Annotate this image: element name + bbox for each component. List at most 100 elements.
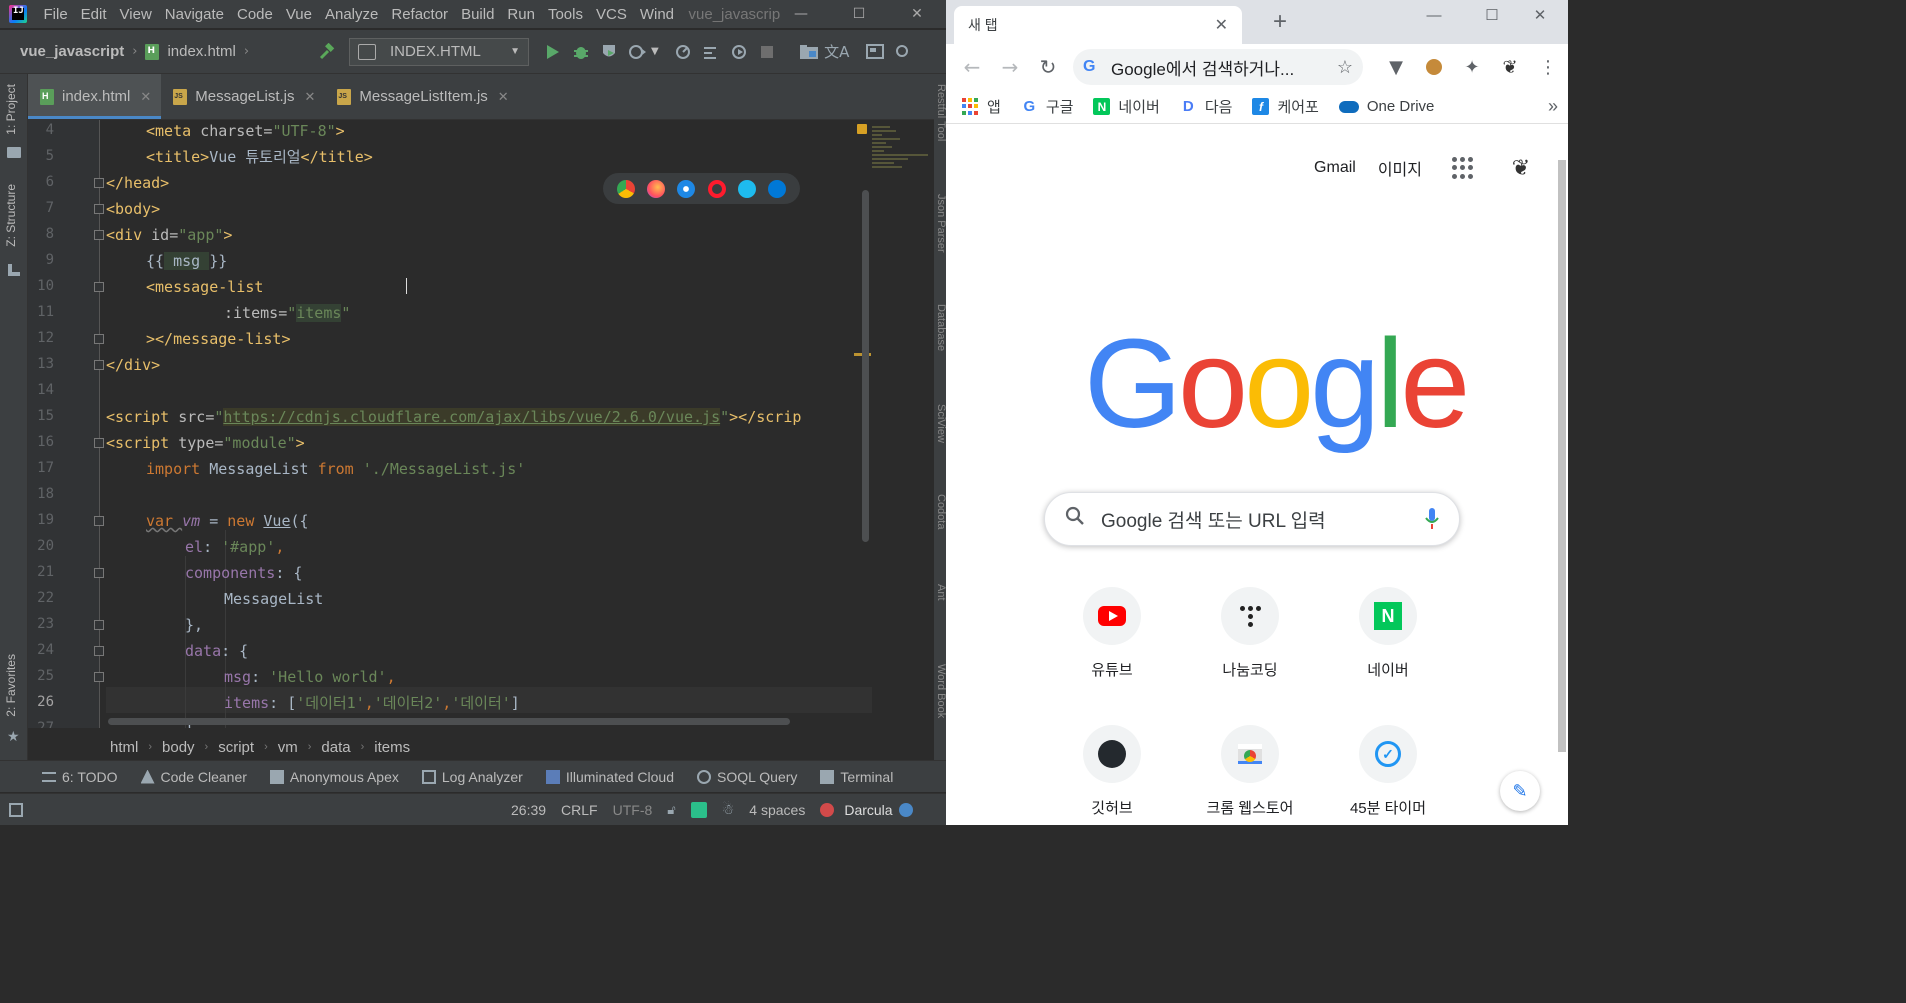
bookmarks-overflow-icon[interactable]: » xyxy=(1548,96,1558,117)
step-icon[interactable] xyxy=(697,38,725,66)
vimium-extension-icon[interactable]: ▼ xyxy=(1377,48,1415,86)
indent-setting[interactable]: 4 spaces xyxy=(749,802,805,818)
shortcut-45min-timer[interactable]: ✓ 45분 타이머 xyxy=(1333,725,1443,818)
ide-close-button[interactable]: ✕ xyxy=(888,0,946,28)
cookie-extension-icon[interactable] xyxy=(1415,48,1453,86)
tab-new-tab[interactable]: 새 탭 ✕ xyxy=(954,6,1242,44)
opera-icon[interactable] xyxy=(707,179,726,198)
fold-marker-icon[interactable] xyxy=(94,178,104,188)
debug-bug-icon[interactable] xyxy=(567,38,595,66)
edge-icon[interactable] xyxy=(767,179,786,198)
extensions-puzzle-icon[interactable]: ✦ xyxy=(1453,48,1491,86)
close-icon[interactable]: ✕ xyxy=(305,89,316,105)
shortcut-github[interactable]: 깃허브 xyxy=(1057,725,1167,818)
close-icon[interactable]: ✕ xyxy=(140,89,151,105)
ide-minimize-button[interactable]: — xyxy=(772,0,830,28)
shortcut-nanumcoding[interactable]: 나눔코딩 xyxy=(1195,587,1305,680)
menu-vue[interactable]: Vue xyxy=(279,6,318,23)
bookmark-star-icon[interactable]: ☆ xyxy=(1337,57,1353,78)
new-tab-button[interactable]: + xyxy=(1266,8,1294,36)
menu-analyze[interactable]: Analyze xyxy=(318,6,384,23)
tool-illuminated-cloud[interactable]: Illuminated Cloud xyxy=(545,769,674,785)
toggle-panels-icon[interactable] xyxy=(9,802,23,817)
editor-vertical-scrollbar[interactable] xyxy=(862,190,869,542)
breadcrumb-html[interactable]: html xyxy=(110,739,138,756)
translate-icon[interactable]: 文A xyxy=(823,38,851,66)
tool-anonymous-apex[interactable]: Anonymous Apex xyxy=(269,769,399,785)
tool-code-cleaner[interactable]: Code Cleaner xyxy=(140,769,247,785)
run-configuration-select[interactable]: INDEX.HTML ▼ xyxy=(349,37,530,66)
build-hammer-icon[interactable] xyxy=(313,38,341,66)
lock-icon[interactable]: 🔓︎ xyxy=(667,802,675,818)
bookmark-carefor[interactable]: f 케어포 xyxy=(1252,96,1319,117)
ide-maximize-button[interactable]: ☐ xyxy=(830,0,888,28)
coverage-icon[interactable] xyxy=(595,38,623,66)
code-editor[interactable]: 4 5 6 7 8 9 10 11 12 13 14 15 16 17 18 1… xyxy=(28,120,934,728)
chrome-icon[interactable] xyxy=(617,179,636,198)
close-icon[interactable]: ✕ xyxy=(1215,15,1228,35)
menu-window[interactable]: Wind xyxy=(633,6,680,23)
reload-icon[interactable]: ↻ xyxy=(1029,48,1067,86)
shortcut-youtube[interactable]: 유튜브 xyxy=(1057,587,1167,680)
chrome-minimize-button[interactable]: — xyxy=(1406,0,1462,30)
customize-pencil-icon[interactable]: ✎ xyxy=(1500,771,1540,811)
dropdown-arrow-icon[interactable]: ▼ xyxy=(651,46,659,57)
microphone-icon[interactable] xyxy=(1425,508,1439,530)
json-parser-tab[interactable]: Json Parser xyxy=(935,194,946,253)
menu-vcs[interactable]: VCS xyxy=(589,6,633,23)
firefox-icon[interactable] xyxy=(647,179,666,198)
stop-icon[interactable] xyxy=(753,38,781,66)
tab-messagelistitem-js[interactable]: MessageListItem.js ✕ xyxy=(325,74,518,119)
fold-marker-icon[interactable] xyxy=(94,646,104,656)
profiler-icon[interactable] xyxy=(623,38,651,66)
structure-tool-tab[interactable]: Z: Structure xyxy=(4,184,18,247)
nav-file-crumb[interactable]: index.html xyxy=(167,43,235,60)
fold-marker-icon[interactable] xyxy=(94,360,104,370)
gmail-link[interactable]: Gmail xyxy=(1314,159,1356,177)
menu-run[interactable]: Run xyxy=(501,6,542,23)
tab-messagelist-js[interactable]: MessageList.js ✕ xyxy=(161,74,325,119)
menu-edit[interactable]: Edit xyxy=(74,6,113,23)
fold-marker-icon[interactable] xyxy=(94,282,104,292)
breadcrumb-body[interactable]: body xyxy=(162,739,195,756)
menu-file[interactable]: File xyxy=(37,6,74,23)
bookmark-google[interactable]: G 구글 xyxy=(1021,96,1073,117)
word-book-tab[interactable]: Word Book xyxy=(935,664,946,718)
breadcrumb-items[interactable]: items xyxy=(374,739,410,756)
tab-index-html[interactable]: index.html ✕ xyxy=(28,74,162,119)
fold-marker-icon[interactable] xyxy=(94,568,104,578)
theme-icon[interactable] xyxy=(898,802,913,817)
chrome-menu-icon[interactable]: ⋮ xyxy=(1529,48,1567,86)
project-structure-icon[interactable] xyxy=(795,38,823,66)
restful-tool-tab[interactable]: Restful Tool xyxy=(935,84,946,141)
fold-marker-icon[interactable] xyxy=(94,204,104,214)
line-separator[interactable]: CRLF xyxy=(561,802,598,818)
bookmark-naver[interactable]: N 네이버 xyxy=(1093,96,1160,117)
presentation-icon[interactable] xyxy=(861,38,889,66)
breadcrumb-data[interactable]: data xyxy=(321,739,350,756)
account-avatar[interactable]: ❦ xyxy=(1504,151,1538,185)
tool-todo[interactable]: 6: TODO xyxy=(42,769,118,785)
bookmark-onedrive[interactable]: One Drive xyxy=(1338,98,1434,115)
safari-icon[interactable] xyxy=(677,179,696,198)
breadcrumb-vm[interactable]: vm xyxy=(278,739,298,756)
inspector-icon[interactable]: ☃ xyxy=(722,801,735,818)
run-icon[interactable] xyxy=(539,38,567,66)
shortcut-naver[interactable]: N 네이버 xyxy=(1333,587,1443,680)
breadcrumb-script[interactable]: script xyxy=(218,739,254,756)
forward-arrow-icon[interactable]: → xyxy=(991,48,1029,86)
fold-marker-icon[interactable] xyxy=(94,230,104,240)
internet-explorer-icon[interactable] xyxy=(737,179,756,198)
warning-marker-icon[interactable] xyxy=(857,124,867,134)
menu-navigate[interactable]: Navigate xyxy=(158,6,230,23)
ant-tab[interactable]: Ant xyxy=(935,584,946,601)
database-tab[interactable]: Database xyxy=(935,304,946,351)
bookmark-daum[interactable]: D 다음 xyxy=(1180,96,1233,117)
fold-marker-icon[interactable] xyxy=(94,516,104,526)
search-everywhere-icon[interactable] xyxy=(889,38,917,66)
google-search-box[interactable]: Google 검색 또는 URL 입력 xyxy=(1044,492,1460,546)
shortcut-chrome-webstore[interactable]: 크롬 웹스토어 xyxy=(1195,725,1305,818)
file-encoding[interactable]: UTF-8 xyxy=(613,802,653,818)
profile-avatar-icon[interactable]: ❦ xyxy=(1491,48,1529,86)
tool-soql-query[interactable]: SOQL Query xyxy=(697,769,797,785)
